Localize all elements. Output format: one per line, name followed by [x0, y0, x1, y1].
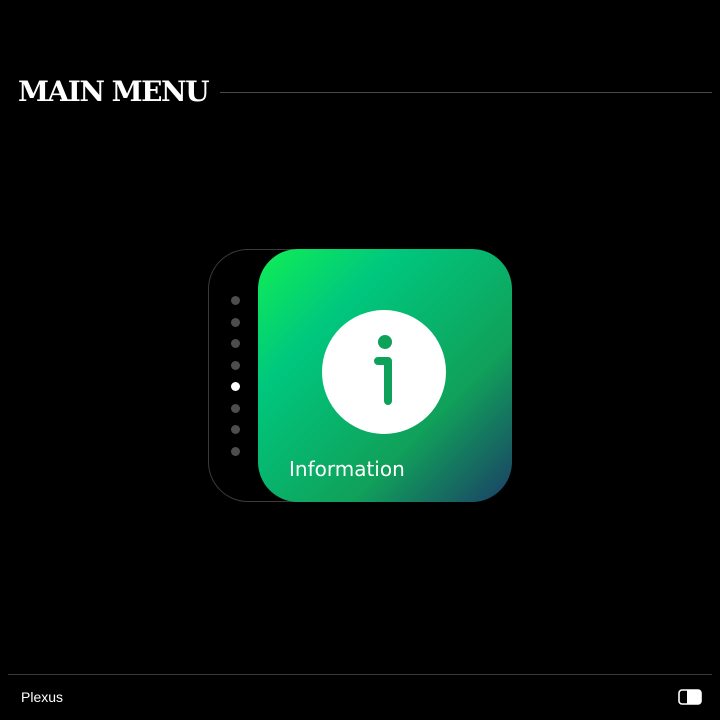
header: MAIN MENU	[18, 72, 712, 112]
header-divider	[220, 91, 712, 93]
menu-carousel[interactable]: Information	[208, 249, 512, 502]
page-dot[interactable]	[231, 403, 240, 413]
information-menu-card[interactable]: Information	[258, 249, 512, 502]
page-dot[interactable]	[231, 425, 240, 434]
page-dot[interactable]	[231, 339, 240, 348]
menu-item-label: Information	[289, 457, 405, 481]
page-dot[interactable]	[231, 317, 240, 327]
brand-name: Plexus	[21, 689, 64, 705]
page-dot[interactable]	[231, 360, 240, 370]
theme-toggle-icon[interactable]	[678, 689, 702, 705]
info-icon	[322, 310, 446, 434]
footer-divider	[8, 674, 712, 675]
page-dot-active[interactable]	[231, 382, 240, 391]
page-indicator	[231, 296, 241, 468]
page-dot[interactable]	[231, 446, 240, 456]
page-dot[interactable]	[231, 296, 240, 305]
info-glyph	[374, 335, 392, 405]
page-title: MAIN MENU	[18, 75, 210, 108]
